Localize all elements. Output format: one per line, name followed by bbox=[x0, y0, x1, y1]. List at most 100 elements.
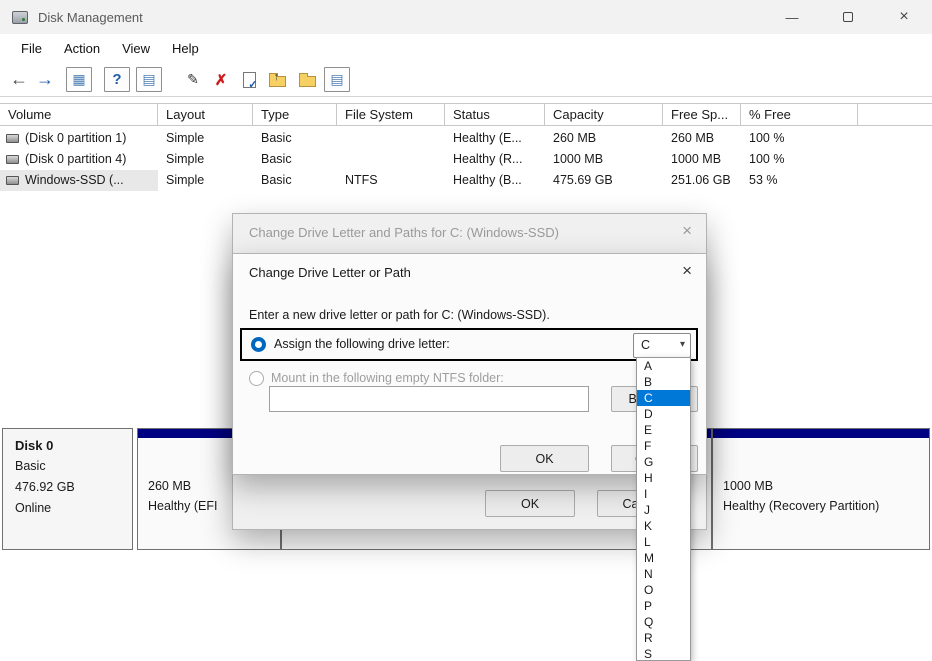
volume-icon bbox=[6, 134, 19, 143]
dropdown-item[interactable]: M bbox=[637, 550, 690, 566]
dialog-prompt: Enter a new drive letter or path for C: … bbox=[249, 308, 550, 322]
app-icon bbox=[12, 11, 28, 24]
title-bar: Disk Management — × bbox=[0, 0, 932, 34]
partition-block-recovery[interactable]: 1000 MB Healthy (Recovery Partition) bbox=[712, 428, 930, 550]
menu-file[interactable]: File bbox=[10, 34, 53, 63]
volume-icon bbox=[6, 176, 19, 185]
forward-icon[interactable]: → bbox=[32, 67, 58, 92]
dropdown-item[interactable]: K bbox=[637, 518, 690, 534]
column-header-capacity[interactable]: Capacity bbox=[545, 104, 663, 126]
dialog-title: Change Drive Letter or Path bbox=[249, 265, 411, 280]
disk-type: Basic bbox=[15, 456, 132, 477]
cell-layout: Simple bbox=[158, 149, 253, 170]
dialog-title: Change Drive Letter and Paths for C: (Wi… bbox=[249, 225, 559, 240]
dropdown-item[interactable]: O bbox=[637, 582, 690, 598]
volume-table-header: Volume Layout Type File System Status Ca… bbox=[0, 103, 932, 126]
partition-size: 1000 MB bbox=[723, 479, 773, 493]
table-row[interactable]: (Disk 0 partition 4) Simple Basic Health… bbox=[0, 149, 932, 170]
help-icon[interactable]: ? bbox=[104, 67, 130, 92]
cell-pct-free: 100 % bbox=[741, 149, 858, 170]
dropdown-item[interactable]: I bbox=[637, 486, 690, 502]
explore-icon[interactable] bbox=[294, 67, 320, 92]
close-button[interactable]: × bbox=[876, 0, 932, 34]
column-header-file-system[interactable]: File System bbox=[337, 104, 445, 126]
column-header-type[interactable]: Type bbox=[253, 104, 337, 126]
disk-size: 476.92 GB bbox=[15, 477, 132, 498]
column-header-volume[interactable]: Volume bbox=[0, 104, 158, 126]
cell-layout: Simple bbox=[158, 128, 253, 149]
disk-status: Online bbox=[15, 498, 132, 519]
cell-type: Basic bbox=[253, 170, 337, 191]
cell-file-system bbox=[337, 149, 445, 170]
close-icon[interactable]: × bbox=[682, 221, 692, 241]
rescan-icon[interactable]: ✎ bbox=[180, 67, 206, 92]
volume-name: (Disk 0 partition 1) bbox=[25, 128, 126, 149]
console-tree-icon[interactable]: ▦ bbox=[66, 67, 92, 92]
properties-icon[interactable]: ▤ bbox=[324, 67, 350, 92]
cell-type: Basic bbox=[253, 128, 337, 149]
disk-name: Disk 0 bbox=[15, 435, 132, 456]
mount-folder-label: Mount in the following empty NTFS folder… bbox=[271, 371, 504, 385]
cell-capacity: 1000 MB bbox=[545, 149, 663, 170]
column-header-free-space[interactable]: Free Sp... bbox=[663, 104, 741, 126]
cell-pct-free: 100 % bbox=[741, 128, 858, 149]
dropdown-item[interactable]: S bbox=[637, 646, 690, 661]
menu-view[interactable]: View bbox=[111, 34, 161, 63]
mount-path-input[interactable] bbox=[269, 386, 589, 412]
assign-letter-radio[interactable] bbox=[251, 337, 266, 352]
disk0-panel[interactable]: Disk 0 Basic 476.92 GB Online bbox=[2, 428, 133, 550]
cell-file-system bbox=[337, 128, 445, 149]
disk-management-window: Disk Management — × File Action View Hel… bbox=[0, 0, 932, 661]
dropdown-item[interactable]: A bbox=[637, 358, 690, 374]
dropdown-item[interactable]: P bbox=[637, 598, 690, 614]
menu-action[interactable]: Action bbox=[53, 34, 111, 63]
ok-button[interactable]: OK bbox=[500, 445, 589, 472]
mark-active-icon[interactable] bbox=[236, 67, 262, 92]
minimize-button[interactable]: — bbox=[764, 0, 820, 34]
maximize-button[interactable] bbox=[820, 0, 876, 34]
dropdown-item[interactable]: Q bbox=[637, 614, 690, 630]
cell-capacity: 260 MB bbox=[545, 128, 663, 149]
dropdown-item[interactable]: L bbox=[637, 534, 690, 550]
cell-layout: Simple bbox=[158, 170, 253, 191]
dropdown-item[interactable]: E bbox=[637, 422, 690, 438]
ok-button[interactable]: OK bbox=[485, 490, 575, 517]
close-icon[interactable]: × bbox=[682, 261, 692, 281]
dropdown-item[interactable]: J bbox=[637, 502, 690, 518]
cell-status: Healthy (B... bbox=[445, 170, 545, 191]
cell-type: Basic bbox=[253, 149, 337, 170]
cell-file-system: NTFS bbox=[337, 170, 445, 191]
cell-free-space: 260 MB bbox=[663, 128, 741, 149]
cell-pct-free: 53 % bbox=[741, 170, 858, 191]
menu-bar: File Action View Help bbox=[0, 34, 932, 63]
cell-status: Healthy (R... bbox=[445, 149, 545, 170]
partition-status: Healthy (EFI bbox=[148, 499, 217, 513]
dropdown-item[interactable]: F bbox=[637, 438, 690, 454]
open-icon[interactable] bbox=[264, 67, 290, 92]
action-pane-icon[interactable]: ▤ bbox=[136, 67, 162, 92]
dropdown-item[interactable]: R bbox=[637, 630, 690, 646]
dropdown-item[interactable]: N bbox=[637, 566, 690, 582]
column-header-layout[interactable]: Layout bbox=[158, 104, 253, 126]
dropdown-item[interactable]: G bbox=[637, 454, 690, 470]
table-row-selected[interactable]: Windows-SSD (... Simple Basic NTFS Healt… bbox=[0, 170, 932, 191]
dropdown-item[interactable]: H bbox=[637, 470, 690, 486]
table-row[interactable]: (Disk 0 partition 1) Simple Basic Health… bbox=[0, 128, 932, 149]
cell-capacity: 475.69 GB bbox=[545, 170, 663, 191]
column-header-status[interactable]: Status bbox=[445, 104, 545, 126]
dropdown-item-selected[interactable]: C bbox=[637, 390, 690, 406]
cell-status: Healthy (E... bbox=[445, 128, 545, 149]
window-title: Disk Management bbox=[38, 10, 143, 25]
assign-letter-label: Assign the following drive letter: bbox=[274, 337, 450, 351]
column-header-pct-free[interactable]: % Free bbox=[741, 104, 858, 126]
delete-volume-icon[interactable]: ✗ bbox=[208, 67, 234, 92]
menu-help[interactable]: Help bbox=[161, 34, 210, 63]
back-icon[interactable]: ← bbox=[6, 67, 32, 92]
dropdown-item[interactable]: B bbox=[637, 374, 690, 390]
dropdown-item[interactable]: D bbox=[637, 406, 690, 422]
partition-color-bar bbox=[713, 429, 929, 438]
mount-folder-radio[interactable] bbox=[249, 371, 264, 386]
partition-size: 260 MB bbox=[148, 479, 191, 493]
volume-icon bbox=[6, 155, 19, 164]
drive-letter-combobox[interactable]: C ▾ bbox=[633, 333, 691, 358]
